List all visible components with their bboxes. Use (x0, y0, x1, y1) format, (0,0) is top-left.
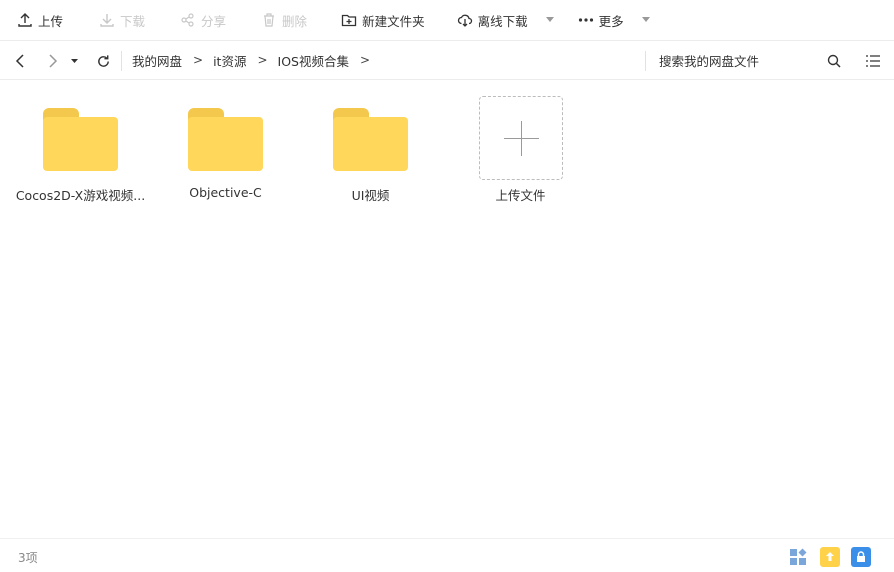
breadcrumb: 我的网盘 > it资源 > IOS视频合集 > (132, 41, 380, 79)
cloud-download-icon (457, 12, 473, 28)
offline-download-dropdown-icon[interactable] (545, 16, 554, 24)
refresh-icon[interactable] (94, 52, 112, 70)
download-button[interactable]: 下载 (99, 0, 145, 40)
search-icon[interactable] (825, 52, 843, 70)
folder-name: Cocos2D-X游戏视频... (15, 188, 146, 203)
download-label: 下载 (120, 13, 146, 29)
plus-icon-vertical (521, 121, 522, 156)
lock-icon[interactable] (851, 547, 871, 567)
share-icon (180, 12, 196, 28)
trash-icon (261, 12, 277, 28)
folder-icon (333, 108, 408, 171)
upload-tile[interactable] (479, 96, 563, 180)
delete-label: 删除 (282, 13, 308, 29)
folder-icon (188, 108, 263, 171)
folder-icon (43, 108, 118, 171)
list-view-icon[interactable] (864, 52, 882, 70)
share-button[interactable]: 分享 (180, 0, 226, 40)
breadcrumb-separator: > (257, 53, 268, 67)
breadcrumb-item-ios-videos[interactable]: IOS视频合集 (278, 51, 349, 70)
search-divider (645, 51, 646, 71)
apps-grid-icon[interactable] (788, 547, 808, 567)
breadcrumb-separator: > (359, 53, 371, 67)
upload-button[interactable]: 上传 (17, 0, 63, 40)
download-icon (99, 12, 115, 28)
share-label: 分享 (201, 13, 227, 29)
more-dots-icon (578, 12, 594, 28)
folder-name: UI视频 (351, 188, 390, 203)
upload-label: 上传 (38, 13, 64, 29)
more-button[interactable]: 更多 (578, 0, 624, 40)
nav-divider (121, 51, 122, 71)
upload-icon (17, 12, 33, 28)
delete-button[interactable]: 删除 (261, 0, 307, 40)
folder-name: Objective-C (189, 185, 262, 200)
upload-folder-icon[interactable] (820, 547, 840, 567)
upload-tile-label: 上传文件 (495, 188, 546, 203)
item-count: 3项 (18, 551, 38, 565)
forward-icon[interactable] (43, 52, 61, 70)
search-input[interactable]: 搜索我的网盘文件 (659, 41, 759, 79)
search-placeholder: 搜索我的网盘文件 (659, 53, 760, 69)
breadcrumb-separator: > (193, 53, 204, 67)
back-icon[interactable] (12, 52, 30, 70)
navigation-bar: 我的网盘 > it资源 > IOS视频合集 > 搜索我的网盘文件 (0, 40, 894, 80)
history-dropdown-icon[interactable] (66, 52, 84, 70)
more-label: 更多 (598, 13, 624, 29)
breadcrumb-item-it-resources[interactable]: it资源 (213, 51, 246, 70)
new-folder-button[interactable]: 新建文件夹 (341, 0, 425, 40)
offline-download-label: 离线下载 (477, 13, 528, 29)
new-folder-icon (341, 12, 357, 28)
more-dropdown-icon[interactable] (641, 16, 650, 24)
new-folder-label: 新建文件夹 (362, 13, 425, 29)
breadcrumb-item-home[interactable]: 我的网盘 (132, 51, 182, 70)
status-bar: 3项 (0, 538, 894, 572)
toolbar: 上传 下载 分享 删除 新建文件夹 离线下载 更多 (0, 0, 894, 40)
offline-download-button[interactable]: 离线下载 (457, 0, 528, 40)
